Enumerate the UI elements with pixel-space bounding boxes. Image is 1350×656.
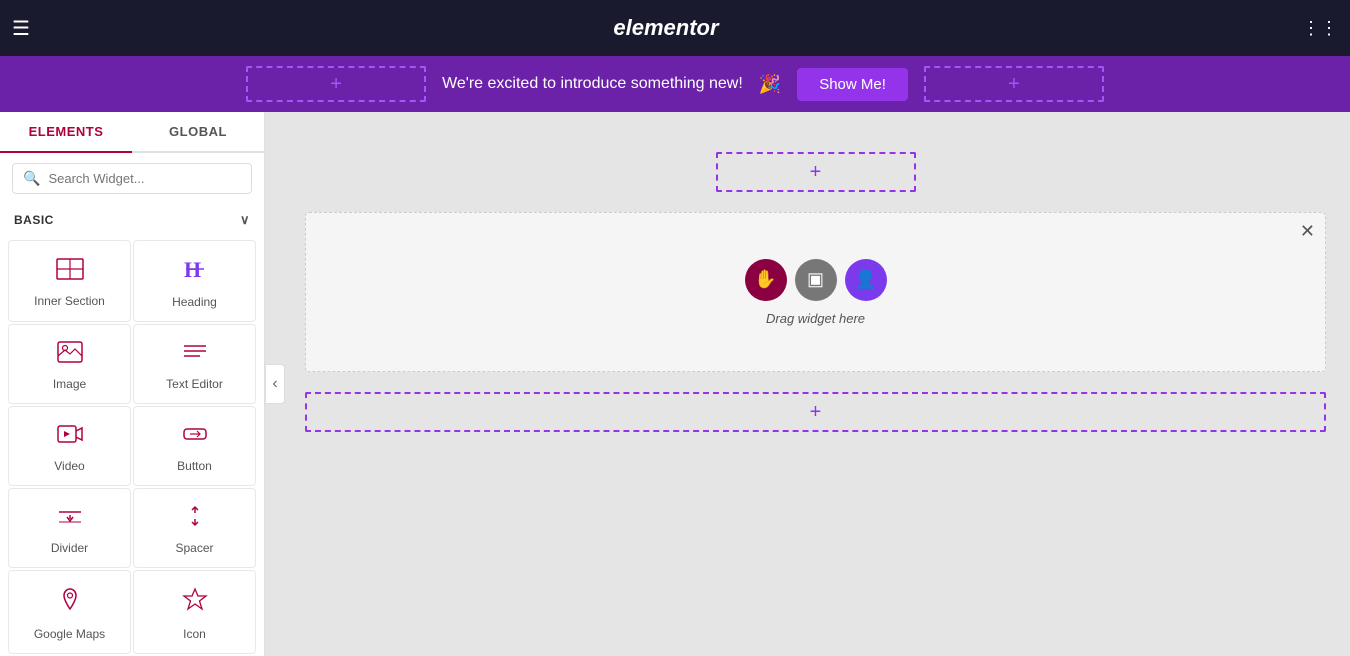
column-icon: ▣ xyxy=(807,269,824,290)
widget-item-inner-section[interactable]: Inner Section xyxy=(8,240,131,322)
main-layout: ELEMENTS GLOBAL 🔍 BASIC ∨ xyxy=(0,112,1350,656)
maps-icon xyxy=(57,587,83,619)
grid-icon[interactable]: ⋮⋮ xyxy=(1302,18,1338,39)
notif-text: We're excited to introduce something new… xyxy=(442,75,743,93)
widget-label-image: Image xyxy=(53,377,86,391)
section-close-button[interactable]: ✕ xyxy=(1300,221,1315,242)
text-editor-icon xyxy=(182,341,208,369)
divider-icon xyxy=(57,505,83,533)
menu-icon[interactable]: ☰ xyxy=(12,16,30,41)
search-icon: 🔍 xyxy=(23,170,40,187)
widget-label-inner-section: Inner Section xyxy=(34,294,105,308)
widget-label-icon: Icon xyxy=(183,627,206,641)
add-icon-right: + xyxy=(1008,73,1020,95)
tab-global[interactable]: GLOBAL xyxy=(132,112,264,151)
button-icon xyxy=(182,423,208,451)
widget-item-button[interactable]: Button xyxy=(133,406,256,486)
add-section-left-button[interactable]: + xyxy=(246,66,426,102)
heading-icon: H xyxy=(182,257,208,287)
top-bar: ☰ elementor ⋮⋮ xyxy=(0,0,1350,56)
drag-text: Drag widget here xyxy=(766,311,865,326)
widget-label-video: Video xyxy=(54,459,84,473)
tab-elements[interactable]: ELEMENTS xyxy=(0,112,132,153)
panel-tabs: ELEMENTS GLOBAL xyxy=(0,112,264,153)
search-bar: 🔍 xyxy=(12,163,252,194)
widget-label-heading: Heading xyxy=(172,295,217,309)
widget-item-google-maps[interactable]: Google Maps xyxy=(8,570,131,654)
widget-item-text-editor[interactable]: Text Editor xyxy=(133,324,256,404)
search-input[interactable] xyxy=(48,171,241,186)
add-section-top-button[interactable]: + xyxy=(716,152,916,192)
notif-emoji: 🎉 xyxy=(759,74,781,95)
add-section-bottom-button[interactable]: + xyxy=(305,392,1326,432)
show-me-button[interactable]: Show Me! xyxy=(797,68,908,101)
inner-section-icon xyxy=(56,258,84,286)
widget-item-icon[interactable]: Icon xyxy=(133,570,256,654)
canvas-area: ‹ + ✕ ✋ xyxy=(265,112,1350,656)
section-header-basic: BASIC ∨ xyxy=(0,204,264,236)
chevron-icon[interactable]: ∨ xyxy=(240,212,250,228)
add-section-right-button[interactable]: + xyxy=(924,66,1104,102)
widget-label-divider: Divider xyxy=(51,541,88,555)
widget-label-button: Button xyxy=(177,459,212,473)
elementor-logo: elementor xyxy=(42,15,1290,41)
widget-label-text-editor: Text Editor xyxy=(166,377,223,391)
left-panel-container: ELEMENTS GLOBAL 🔍 BASIC ∨ xyxy=(0,112,265,656)
widget-item-image[interactable]: Image xyxy=(8,324,131,404)
widget-grid: Inner Section H Heading xyxy=(0,236,264,656)
icon-icon xyxy=(182,587,208,619)
widget-label-google-maps: Google Maps xyxy=(34,627,105,641)
widget-circle-button[interactable]: 👤 xyxy=(845,259,887,301)
widget-item-divider[interactable]: Divider xyxy=(8,488,131,568)
left-panel: ELEMENTS GLOBAL 🔍 BASIC ∨ xyxy=(0,112,265,656)
add-icon-left: + xyxy=(330,73,342,95)
pointer-circle-button[interactable]: ✋ xyxy=(745,259,787,301)
add-icon-canvas-top: + xyxy=(810,161,822,184)
column-circle-button[interactable]: ▣ xyxy=(795,259,837,301)
pointer-icon: ✋ xyxy=(754,269,776,290)
notification-bar: + We're excited to introduce something n… xyxy=(0,56,1350,112)
spacer-icon xyxy=(182,505,208,533)
collapse-handle[interactable]: ‹ xyxy=(265,364,285,404)
widget-item-spacer[interactable]: Spacer xyxy=(133,488,256,568)
action-circles: ✋ ▣ 👤 xyxy=(745,259,887,301)
section-widget: ✕ ✋ ▣ 👤 Drag widget here xyxy=(305,212,1326,372)
close-icon: ✕ xyxy=(1300,221,1315,241)
video-icon xyxy=(57,423,83,451)
widget-item-video[interactable]: Video xyxy=(8,406,131,486)
image-icon xyxy=(57,341,83,369)
widget-item-heading[interactable]: H Heading xyxy=(133,240,256,322)
add-icon-canvas-bottom: + xyxy=(810,401,822,424)
widget-add-icon: 👤 xyxy=(854,269,876,290)
section-label-basic: BASIC xyxy=(14,213,54,227)
widget-label-spacer: Spacer xyxy=(175,541,213,555)
collapse-icon: ‹ xyxy=(272,375,277,393)
